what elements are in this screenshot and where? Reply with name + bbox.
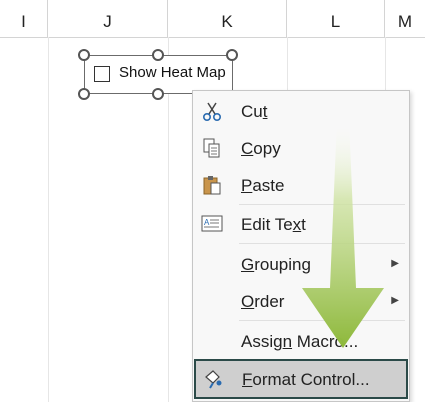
menu-item-format-control[interactable]: Format Control... [194,359,408,399]
menu-separator [239,320,405,321]
column-header-k[interactable]: K [168,0,287,37]
column-header-row: I J K L M [0,0,425,38]
svg-text:A: A [204,218,210,227]
column-header-m[interactable]: M [385,0,425,37]
menu-item-label: Copy [241,139,281,158]
copy-icon [201,137,223,159]
menu-separator [239,243,405,244]
submenu-arrow-icon: ▶ [391,258,399,269]
context-menu: Cut Copy Paste A Edit Text Grouping ▶ Or… [192,90,410,402]
checkbox-label: Show Heat Map [119,64,226,81]
column-header-i[interactable]: I [0,0,48,37]
menu-item-paste[interactable]: Paste [193,167,409,204]
menu-item-grouping[interactable]: Grouping ▶ [193,246,409,283]
paste-icon [201,174,223,196]
menu-separator [239,204,405,205]
edit-text-icon: A [201,213,223,235]
menu-item-label: Edit Text [241,215,306,234]
menu-item-cut[interactable]: Cut [193,93,409,130]
checkbox[interactable] [94,66,110,82]
resize-handle-top-left[interactable] [78,49,90,61]
scissors-icon [201,100,223,122]
menu-item-assign-macro[interactable]: Assign Macro... [193,323,409,360]
menu-item-label: Order [241,292,285,311]
column-header-l[interactable]: L [287,0,385,37]
resize-handle-top[interactable] [152,49,164,61]
menu-item-label: Paste [241,176,285,195]
menu-item-copy[interactable]: Copy [193,130,409,167]
menu-item-label: Grouping [241,255,311,274]
menu-item-edit-text[interactable]: A Edit Text [193,206,409,243]
menu-item-label: Assign Macro... [241,332,359,351]
format-control-icon [202,367,224,389]
menu-item-label: Cut [241,102,268,121]
resize-handle-top-right[interactable] [226,49,238,61]
menu-item-order[interactable]: Order ▶ [193,283,409,320]
grid-line [48,37,49,402]
resize-handle-bottom-left[interactable] [78,88,90,100]
column-header-j[interactable]: J [48,0,168,37]
submenu-arrow-icon: ▶ [391,295,399,306]
menu-item-label: Format Control... [242,370,370,389]
resize-handle-bottom[interactable] [152,88,164,100]
